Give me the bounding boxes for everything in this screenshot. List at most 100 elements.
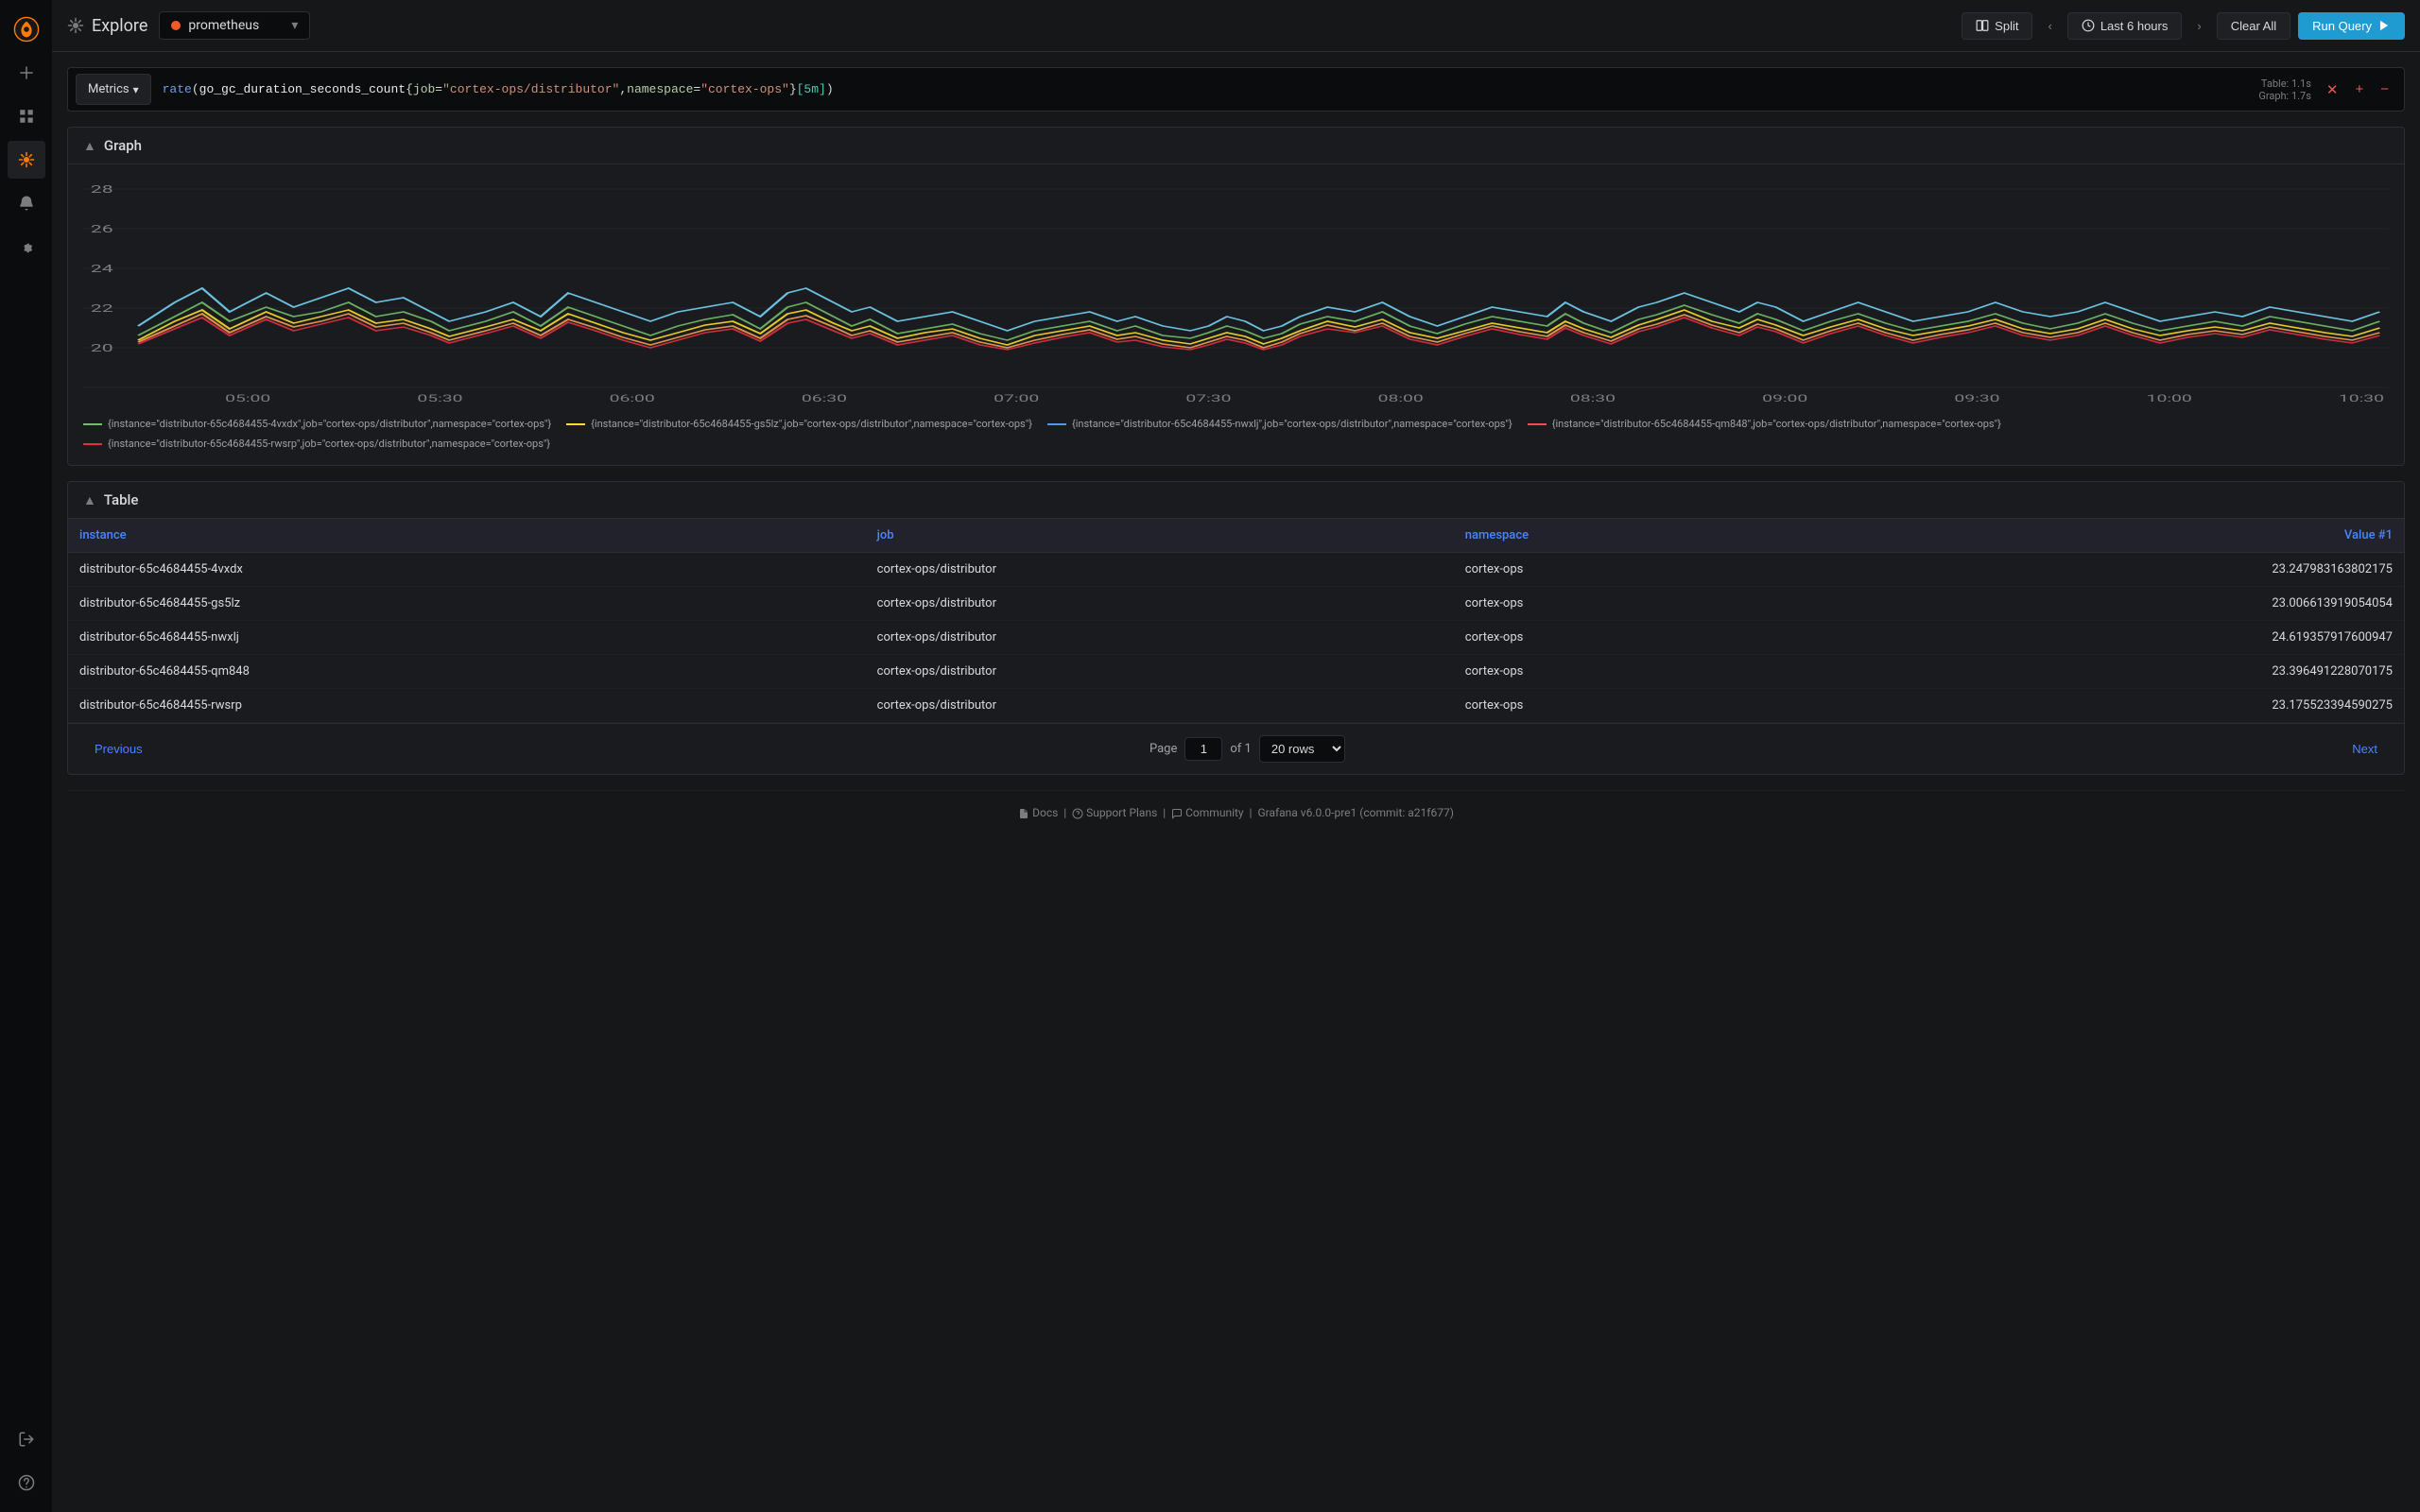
query-row: Metrics ▾ rate(go_gc_duration_seconds_co… [67,67,2405,112]
time-prev-button[interactable]: ‹ [2040,13,2059,39]
graph-panel-header[interactable]: ▲ Graph [68,128,2404,164]
svg-text:28: 28 [91,183,113,196]
table-panel-header[interactable]: ▲ Table [68,482,2404,519]
svg-text:09:30: 09:30 [1954,393,1999,404]
table-panel-title: Table [104,491,139,508]
cell-value-1: 23.006613919054054 [1811,587,2404,621]
community-link[interactable]: Community [1185,806,1243,819]
time-next-button[interactable]: › [2189,13,2208,39]
time-range-label: Last 6 hours [2100,19,2169,33]
legend-color-3 [1528,423,1547,425]
legend-label-1: {instance="distributor-65c4684455-gs5lz"… [591,418,1032,430]
docs-icon [1018,808,1029,819]
table-row: distributor-65c4684455-nwxlj cortex-ops/… [68,621,2404,655]
cell-job-3: cortex-ops/distributor [866,655,1454,689]
query-expression[interactable]: rate(go_gc_duration_seconds_count{job="c… [159,75,2252,104]
table-panel: ▲ Table instance job namespace Value #1 [67,481,2405,775]
legend-item-3[interactable]: {instance="distributor-65c4684455-qm848"… [1528,418,2001,430]
query-remove-button[interactable]: − [2373,77,2396,101]
table-hint: Table: 1.1s [2258,77,2311,90]
support-link[interactable]: Support Plans [1086,806,1157,819]
legend-label-0: {instance="distributor-65c4684455-4vxdx"… [108,418,551,430]
col-job: job [866,519,1454,553]
sidebar-item-settings[interactable] [8,228,45,266]
page-input[interactable] [1184,737,1222,761]
cell-namespace-3: cortex-ops [1454,655,1811,689]
cell-namespace-4: cortex-ops [1454,689,1811,723]
sidebar-item-alerts[interactable] [8,184,45,222]
graph-legend: {instance="distributor-65c4684455-4vxdx"… [83,418,2389,450]
datasource-chevron: ▾ [291,18,298,33]
prev-button[interactable]: Previous [83,736,154,762]
table-row: distributor-65c4684455-qm848 cortex-ops/… [68,655,2404,689]
legend-item-4[interactable]: {instance="distributor-65c4684455-rwsrp"… [83,438,550,450]
run-query-button[interactable]: Run Query [2298,12,2405,40]
sidebar-item-add[interactable] [8,54,45,92]
col-instance: instance [68,519,866,553]
legend-label-3: {instance="distributor-65c4684455-qm848"… [1552,418,2001,430]
query-hints: Table: 1.1s Graph: 1.7s [2258,77,2311,102]
sidebar-item-signout[interactable] [8,1420,45,1458]
svg-text:05:30: 05:30 [417,393,462,404]
cell-job-0: cortex-ops/distributor [866,553,1454,587]
legend-color-0 [83,423,102,425]
table-row: distributor-65c4684455-gs5lz cortex-ops/… [68,587,2404,621]
sidebar-item-explore[interactable] [8,141,45,179]
graph-panel: ▲ Graph 28 26 24 [67,127,2405,466]
navbar-actions: Split ‹ Last 6 hours › Clear All Run Que… [1962,12,2405,40]
legend-label-2: {instance="distributor-65c4684455-nwxlj"… [1072,418,1512,430]
legend-item-1[interactable]: {instance="distributor-65c4684455-gs5lz"… [566,418,1032,430]
time-range-button[interactable]: Last 6 hours [2067,12,2183,40]
content-area: Metrics ▾ rate(go_gc_duration_seconds_co… [52,52,2420,1512]
cell-value-2: 24.619357917600947 [1811,621,2404,655]
graph-panel-body: 28 26 24 22 20 [68,164,2404,465]
col-namespace: namespace [1454,519,1811,553]
graph-collapse-icon: ▲ [83,138,96,154]
datasource-selector[interactable]: prometheus ▾ [159,11,310,40]
legend-item-0[interactable]: {instance="distributor-65c4684455-4vxdx"… [83,418,551,430]
query-add-button[interactable]: + [2347,77,2371,101]
cell-job-1: cortex-ops/distributor [866,587,1454,621]
graph-svg: 28 26 24 22 20 [83,180,2389,406]
page-info: Page of 1 20 rows 50 rows 100 rows [1150,735,1345,763]
next-button[interactable]: Next [2341,736,2389,762]
cell-instance-2: distributor-65c4684455-nwxlj [68,621,866,655]
cell-instance-1: distributor-65c4684455-gs5lz [68,587,866,621]
sidebar-item-help[interactable] [8,1464,45,1502]
explore-icon [67,17,84,34]
explore-title: Explore [92,16,147,36]
query-clear-button[interactable]: ✕ [2319,77,2346,102]
run-query-icon [2377,19,2391,32]
legend-color-2 [1047,423,1066,425]
split-button[interactable]: Split [1962,12,2032,40]
run-query-label: Run Query [2312,19,2372,33]
metrics-chevron: ▾ [133,83,139,96]
legend-color-1 [566,423,585,425]
cell-value-3: 23.396491228070175 [1811,655,2404,689]
page-label: Page [1150,742,1177,756]
svg-text:10:30: 10:30 [2339,393,2384,404]
cell-instance-3: distributor-65c4684455-qm848 [68,655,866,689]
svg-text:07:30: 07:30 [1185,393,1231,404]
sidebar-logo[interactable] [8,10,45,48]
metrics-button[interactable]: Metrics ▾ [76,74,151,105]
sidebar-item-dashboard[interactable] [8,97,45,135]
svg-text:07:00: 07:00 [994,393,1039,404]
table-row: distributor-65c4684455-4vxdx cortex-ops/… [68,553,2404,587]
cell-job-2: cortex-ops/distributor [866,621,1454,655]
metrics-label: Metrics [88,82,130,96]
clock-icon [2082,19,2095,32]
cell-namespace-1: cortex-ops [1454,587,1811,621]
pagination: Previous Page of 1 20 rows 50 rows 100 r… [68,723,2404,774]
legend-item-2[interactable]: {instance="distributor-65c4684455-nwxlj"… [1047,418,1512,430]
graph-container: 28 26 24 22 20 [83,180,2389,406]
svg-text:10:00: 10:00 [2147,393,2192,404]
rows-select[interactable]: 20 rows 50 rows 100 rows [1259,735,1345,763]
svg-text:26: 26 [91,223,113,235]
docs-link[interactable]: Docs [1032,806,1058,819]
support-icon [1072,808,1083,819]
svg-text:06:00: 06:00 [610,393,655,404]
table-body: distributor-65c4684455-4vxdx cortex-ops/… [68,553,2404,723]
clear-all-button[interactable]: Clear All [2217,12,2290,40]
graph-hint: Graph: 1.7s [2258,90,2311,102]
